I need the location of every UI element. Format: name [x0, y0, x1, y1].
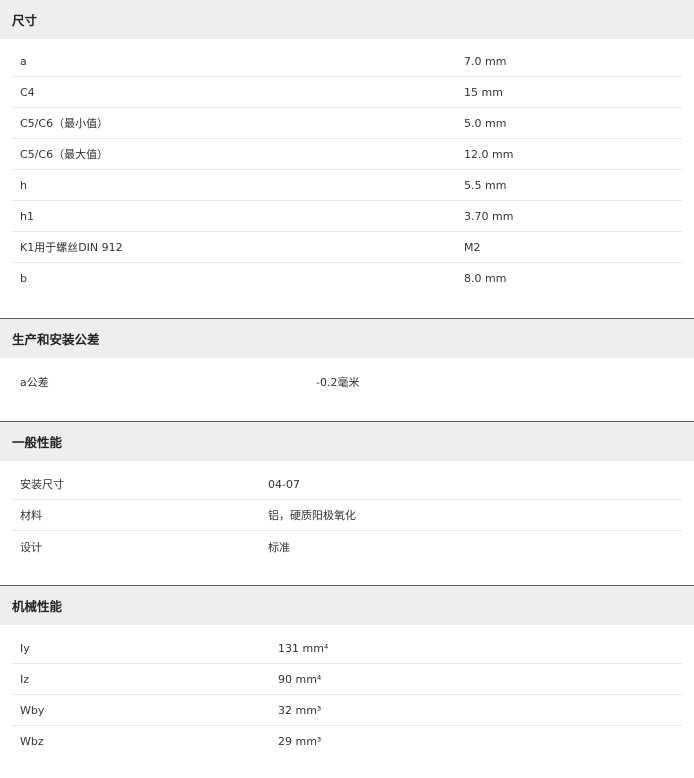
- spec-label: h: [20, 178, 27, 192]
- spec-row: 安装尺寸 04-07: [12, 469, 682, 500]
- spec-row: h1 3.70 mm: [12, 201, 682, 232]
- spec-value: 8.0 mm: [464, 272, 507, 285]
- spec-label: C5/C6（最大值）: [20, 148, 109, 161]
- spec-label: 安装尺寸: [20, 478, 64, 491]
- section-mechanical: 机械性能 Iy 131 mm⁴ Iz 90 mm⁴ Wby 32 mm³ Wbz…: [0, 585, 694, 757]
- spec-label: C4: [20, 85, 35, 99]
- spec-row: a 7.0 mm: [12, 46, 682, 77]
- spec-label: Iy: [20, 641, 30, 655]
- spec-value: 5.5 mm: [464, 178, 507, 192]
- spec-row: C4 15 mm: [12, 77, 682, 108]
- spec-value: 15 mm: [464, 85, 503, 99]
- spec-label: K1用于螺丝DIN 912: [20, 241, 123, 254]
- spec-page: 尺寸 a 7.0 mm C4 15 mm C5/C6（最小值） 5.0 mm C…: [0, 0, 694, 757]
- spec-value: 12.0 mm: [464, 147, 514, 161]
- spec-row: C5/C6（最大值） 12.0 mm: [12, 139, 682, 170]
- spec-row: Wby 32 mm³: [12, 695, 682, 726]
- spec-row: h 5.5 mm: [12, 170, 682, 201]
- section-title: 机械性能: [0, 586, 694, 625]
- spec-row: 材料 铝，硬质阳极氧化: [12, 500, 682, 531]
- spec-table: a 7.0 mm C4 15 mm C5/C6（最小值） 5.0 mm C5/C…: [0, 39, 694, 318]
- section-title: 尺寸: [0, 0, 694, 39]
- section-tolerances: 生产和安装公差 a公差 -0.2毫米: [0, 318, 694, 421]
- spec-row: Iy 131 mm⁴: [12, 633, 682, 664]
- spec-table: 安装尺寸 04-07 材料 铝，硬质阳极氧化 设计 标准: [0, 461, 694, 585]
- spec-value: 131 mm⁴: [278, 641, 329, 655]
- spec-label: Iz: [20, 672, 30, 686]
- section-general: 一般性能 安装尺寸 04-07 材料 铝，硬质阳极氧化 设计 标准: [0, 421, 694, 585]
- spec-row: Iz 90 mm⁴: [12, 664, 682, 695]
- spec-row: K1用于螺丝DIN 912 M2: [12, 232, 682, 263]
- section-dimensions: 尺寸 a 7.0 mm C4 15 mm C5/C6（最小值） 5.0 mm C…: [0, 0, 694, 318]
- spec-label: a公差: [20, 375, 49, 389]
- spec-value: 5.0 mm: [464, 116, 507, 130]
- spec-value: 32 mm³: [278, 703, 322, 717]
- spec-row: a公差 -0.2毫米: [12, 366, 682, 397]
- spec-label: 材料: [20, 509, 42, 522]
- spec-label: a: [20, 54, 27, 68]
- spec-label: C5/C6（最小值）: [20, 117, 109, 130]
- spec-value: 29 mm³: [278, 735, 322, 748]
- spec-table: Iy 131 mm⁴ Iz 90 mm⁴ Wby 32 mm³ Wbz 29 m…: [0, 625, 694, 757]
- spec-label: Wby: [20, 703, 45, 717]
- spec-value: -0.2毫米: [316, 375, 360, 389]
- section-title: 一般性能: [0, 422, 694, 461]
- spec-value: M2: [464, 240, 481, 254]
- spec-label: 设计: [20, 540, 42, 554]
- spec-row: C5/C6（最小值） 5.0 mm: [12, 108, 682, 139]
- spec-row: 设计 标准: [12, 531, 682, 562]
- spec-value: 铝，硬质阳极氧化: [268, 509, 356, 522]
- spec-value: 04-07: [268, 477, 300, 491]
- section-title: 生产和安装公差: [0, 319, 694, 358]
- spec-value: 标准: [268, 540, 290, 554]
- spec-value: 90 mm⁴: [278, 672, 322, 686]
- spec-label: b: [20, 272, 27, 285]
- spec-row: b 8.0 mm: [12, 263, 682, 294]
- spec-value: 3.70 mm: [464, 209, 514, 223]
- spec-label: Wbz: [20, 735, 44, 748]
- spec-label: h1: [20, 209, 34, 223]
- spec-value: 7.0 mm: [464, 54, 507, 68]
- spec-table: a公差 -0.2毫米: [0, 358, 694, 421]
- spec-row: Wbz 29 mm³: [12, 726, 682, 757]
